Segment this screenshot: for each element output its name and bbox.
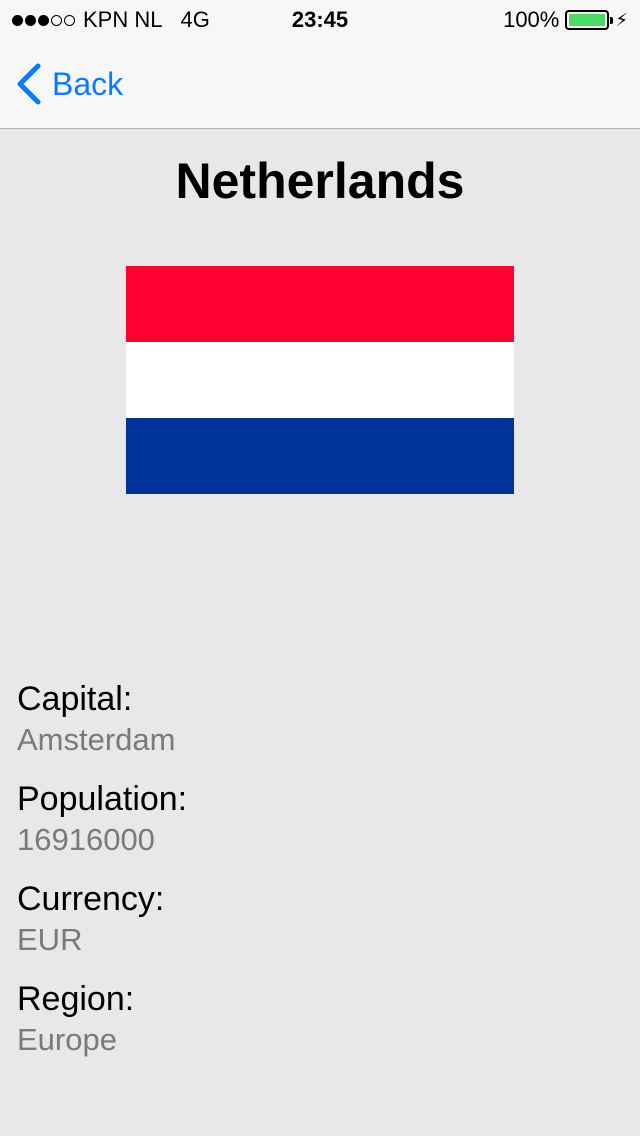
navigation-bar: Back: [0, 40, 640, 129]
detail-value: Europe: [17, 1022, 117, 1057]
signal-dot: [51, 14, 62, 26]
status-left: KPN NL 4G: [12, 7, 210, 33]
flag-stripe-top: [126, 266, 514, 342]
battery-fill: [569, 14, 606, 26]
network-type: 4G: [180, 7, 210, 32]
detail-value: EUR: [17, 922, 83, 957]
detail-label: Capital:: [17, 680, 133, 718]
detail-population: Population: 16916000: [17, 778, 617, 860]
flag-stripe-middle: [126, 342, 514, 418]
detail-label: Region:: [17, 980, 135, 1018]
detail-capital: Capital: Amsterdam: [17, 678, 617, 760]
flag-stripe-bottom: [126, 418, 514, 494]
detail-label: Currency:: [17, 880, 165, 918]
chevron-left-icon: [17, 63, 41, 105]
back-label: Back: [52, 65, 124, 102]
status-right: 100% ⚡: [503, 7, 628, 33]
country-flag: [126, 266, 514, 494]
detail-region: Region: Europe: [17, 978, 617, 1060]
country-title: Netherlands: [175, 153, 465, 209]
detail-currency: Currency: EUR: [17, 878, 617, 960]
back-button[interactable]: Back: [16, 63, 123, 105]
carrier-name: KPN NL: [83, 7, 163, 32]
battery-icon: [565, 10, 614, 30]
signal-strength-icon: [12, 14, 75, 26]
country-details: Capital: Amsterdam Population: 16916000 …: [17, 678, 617, 1078]
signal-dot: [25, 14, 36, 26]
signal-dot: [64, 14, 75, 26]
detail-value: 16916000: [17, 822, 155, 857]
detail-value: Amsterdam: [17, 722, 176, 757]
signal-dot: [38, 14, 49, 26]
detail-label: Population:: [17, 780, 188, 818]
signal-dot: [12, 14, 23, 26]
status-bar: KPN NL 4G 23:45 100% ⚡: [0, 0, 640, 40]
charging-icon: ⚡: [615, 9, 628, 30]
battery-percentage: 100%: [503, 7, 560, 32]
